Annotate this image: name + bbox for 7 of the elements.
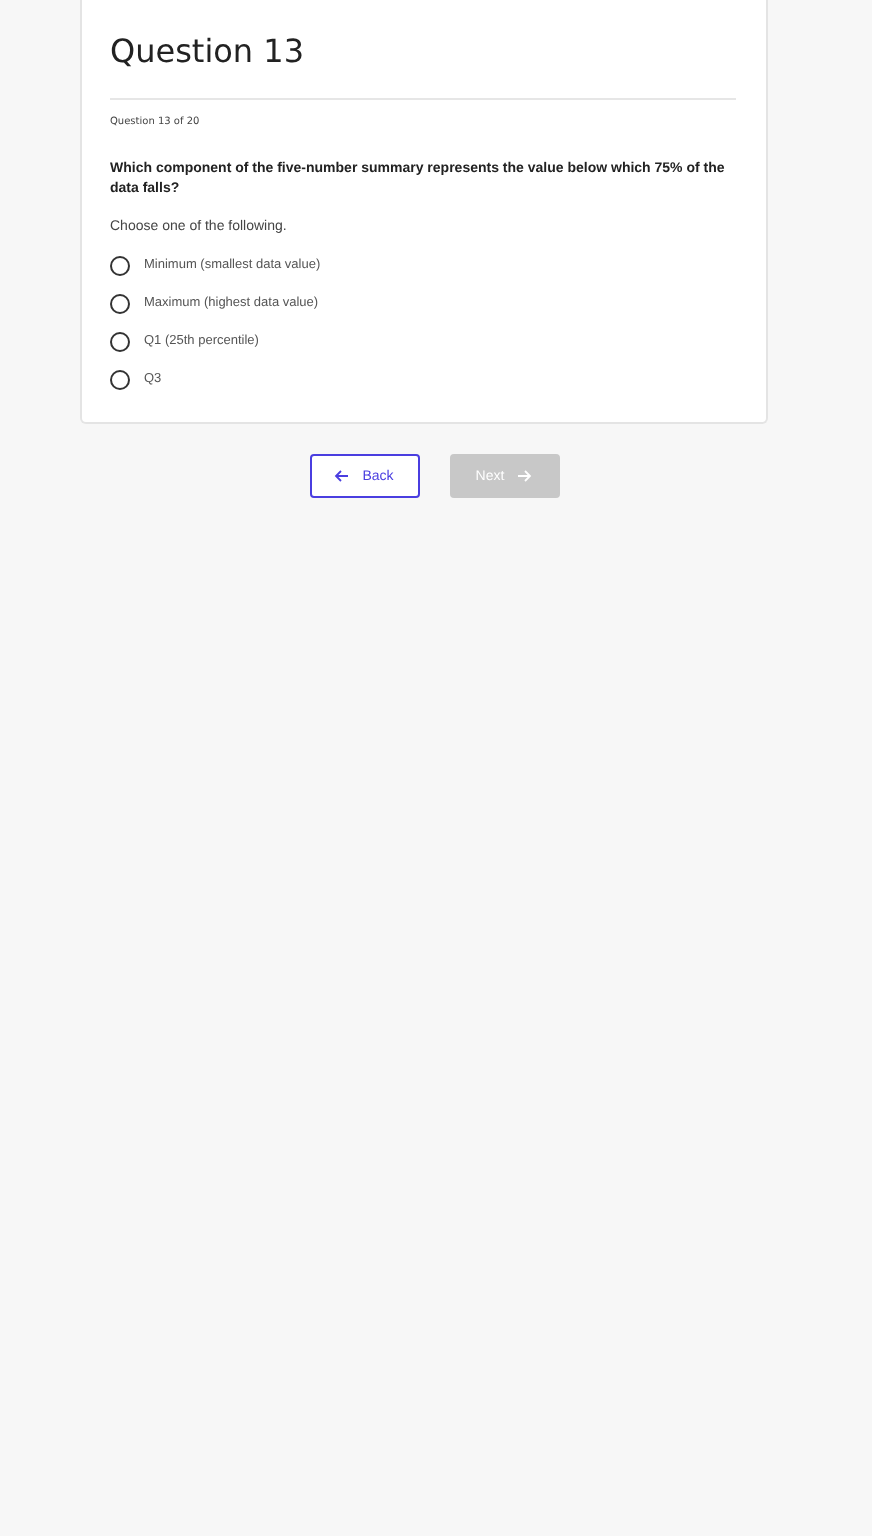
- radio-button[interactable]: [110, 255, 130, 275]
- left-arrow-icon: [334, 470, 351, 482]
- radio-button[interactable]: [110, 293, 130, 313]
- radio-button[interactable]: [110, 369, 130, 389]
- radio-button[interactable]: [110, 331, 130, 351]
- question-title: Question 13: [110, 32, 307, 70]
- right-arrow-icon: [516, 470, 533, 482]
